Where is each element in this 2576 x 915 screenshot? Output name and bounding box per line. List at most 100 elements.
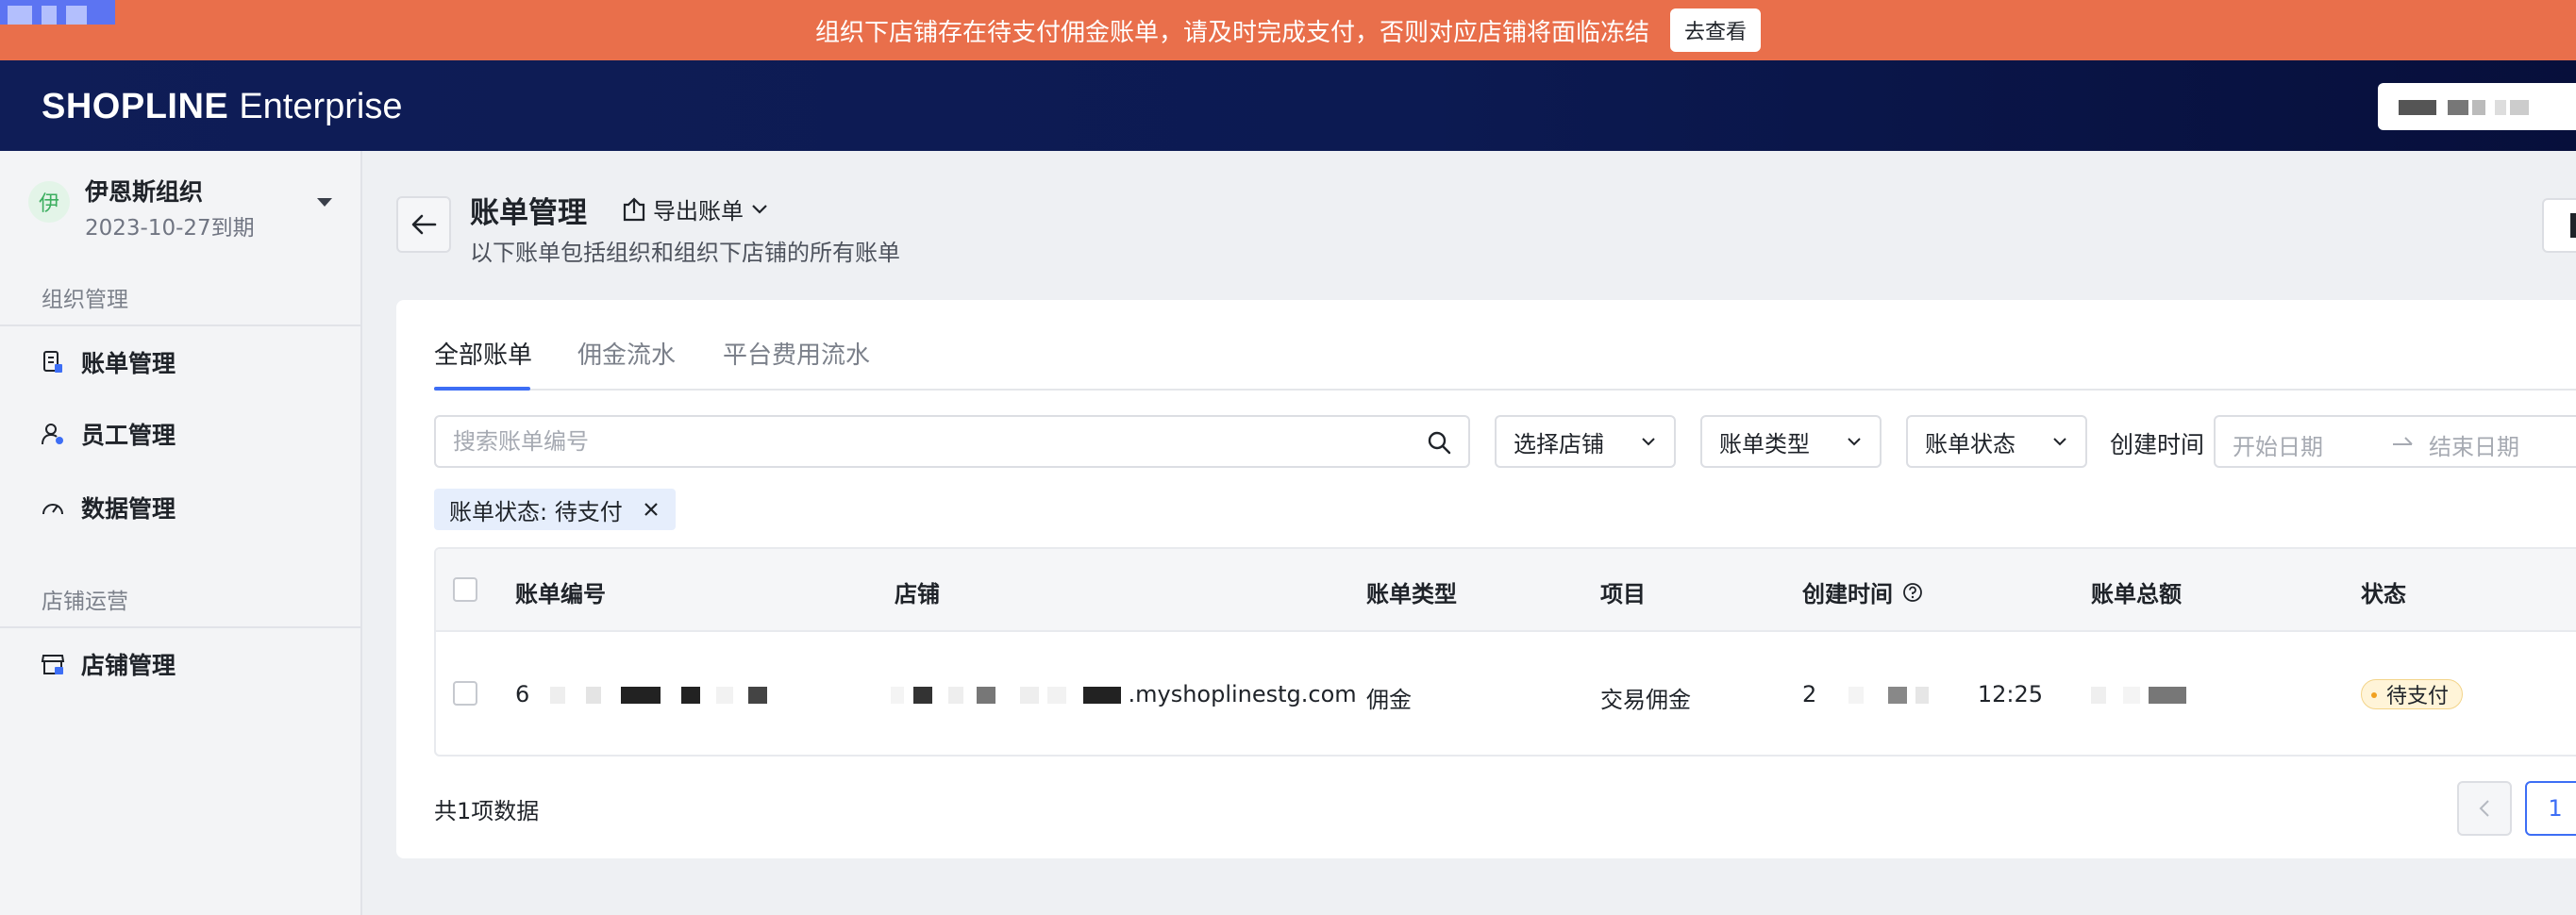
filter-tag-label: 账单状态: 待支付 [449, 498, 623, 525]
bill-type-cell: 佣金 [1366, 687, 1412, 713]
banner-message: 组织下店铺存在待支付佣金账单，请及时完成支付，否则对应店铺将面临冻结 [814, 18, 1649, 47]
search-icon[interactable] [1427, 430, 1451, 455]
table-row[interactable]: 6 .myshoplinestg.com 佣金 交易佣金 2 12:25 待支付 [436, 634, 2576, 755]
store-select-value: 选择店铺 [1514, 430, 1604, 458]
redacted-block [680, 687, 700, 704]
bill-status-select-value: 账单状态 [1925, 430, 2016, 458]
column-header-created-time[interactable]: 创建时间 [1802, 575, 1923, 608]
help-icon[interactable] [1902, 582, 1923, 603]
sidebar-item-data[interactable]: 数据管理 [0, 479, 362, 536]
search-input[interactable] [436, 417, 1417, 466]
back-button[interactable] [396, 196, 451, 253]
logo-brand: SHOPLINE [42, 87, 229, 126]
bills-card: 全部账单 佣金流水 平台费用流水 选择店铺 账单类型 账单状态 创建时间 开始日… [396, 300, 2576, 858]
date-range-picker[interactable]: 开始日期 结束日期 [2214, 415, 2576, 468]
tab-all-bills[interactable]: 全部账单 [434, 336, 532, 371]
bill-icon [40, 349, 66, 375]
chevron-down-icon [2053, 438, 2066, 446]
export-icon [623, 196, 645, 221]
org-switcher[interactable]: 伊 伊恩斯组织 2023-10-27到期 [28, 170, 349, 241]
redacted-block [1082, 687, 1121, 704]
redacted-block [585, 687, 601, 704]
redacted-block [1915, 687, 1930, 704]
created-time-value: 12:25 [1977, 681, 2044, 707]
caret-down-icon [317, 198, 332, 207]
redacted-block [1047, 687, 1067, 704]
column-header-bill-no: 账单编号 [515, 581, 606, 607]
tab-bar: 全部账单 佣金流水 平台费用流水 [434, 328, 2576, 391]
redacted-block [948, 687, 964, 704]
total-count: 共1项数据 [434, 798, 540, 824]
chevron-left-icon [2479, 800, 2489, 817]
bill-type-select-value: 账单类型 [1719, 430, 1810, 458]
redacted-block [1848, 687, 1864, 704]
sidebar-item-label: 账单管理 [81, 350, 176, 377]
active-filter-tag: 账单状态: 待支付 [434, 489, 676, 530]
redacted-block [2091, 687, 2106, 704]
column-header-item: 项目 [1600, 581, 1646, 607]
offscreen-action-button[interactable] [2542, 198, 2576, 253]
created-date-prefix: 2 [1802, 681, 1817, 707]
store-icon [40, 651, 66, 677]
end-date-field[interactable]: 结束日期 [2429, 428, 2519, 461]
redacted-corner-badge [0, 0, 115, 25]
warning-banner: 组织下店铺存在待支付佣金账单，请及时完成支付，否则对应店铺将面临冻结 去查看 [0, 0, 2576, 60]
user-settings-icon [40, 421, 66, 447]
divider [0, 324, 362, 326]
bill-type-select[interactable]: 账单类型 [1700, 415, 1882, 468]
top-header: SHOPLINE Enterprise [0, 60, 2576, 151]
org-name: 伊恩斯组织 [85, 178, 204, 206]
item-cell: 交易佣金 [1600, 687, 1691, 713]
chevron-down-icon [1642, 438, 1655, 446]
sidebar-item-stores[interactable]: 店铺管理 [0, 636, 362, 692]
column-header-total: 账单总额 [2091, 581, 2182, 607]
tab-commission-flow[interactable]: 佣金流水 [577, 336, 676, 371]
sidebar-item-bills[interactable]: 账单管理 [0, 334, 362, 391]
created-time-cell: 2 12:25 [1802, 681, 2043, 707]
section-title-org: 组织管理 [42, 288, 128, 312]
export-label: 导出账单 [653, 198, 744, 225]
table-header: 账单编号 店铺 账单类型 项目 创建时间 账单总额 状态 [436, 549, 2576, 632]
created-time-label: 创建时间 [2110, 431, 2205, 458]
page-subtitle: 以下账单包括组织和组织下店铺的所有账单 [470, 240, 900, 266]
sidebar-item-label: 员工管理 [81, 422, 176, 449]
org-expiry: 2023-10-27到期 [85, 216, 255, 241]
org-avatar: 伊 [28, 181, 70, 223]
shopline-logo[interactable]: SHOPLINE Enterprise [42, 87, 403, 127]
column-header-label: 创建时间 [1802, 581, 1893, 607]
redacted-block [1887, 687, 1907, 704]
redacted-block [912, 687, 932, 704]
gauge-icon [40, 494, 66, 521]
row-checkbox[interactable] [453, 681, 477, 706]
sidebar-item-label: 店铺管理 [81, 652, 176, 679]
total-amount-cell [2091, 681, 2187, 707]
search-box [434, 415, 1470, 468]
sidebar-item-label: 数据管理 [81, 495, 176, 523]
status-badge: 待支付 [2361, 679, 2464, 709]
bills-table: 账单编号 店铺 账单类型 项目 创建时间 账单总额 状态 6 .myshopli… [434, 547, 2576, 757]
section-title-store: 店铺运营 [42, 590, 128, 614]
page-title: 账单管理 [470, 196, 587, 230]
redacted-block [716, 687, 734, 704]
close-icon[interactable] [642, 500, 661, 519]
user-menu[interactable] [2378, 83, 2576, 130]
store-cell[interactable]: .myshoplinestg.com [891, 681, 1357, 707]
active-tab-indicator [434, 387, 530, 391]
redacted-block [621, 687, 661, 704]
start-date-field[interactable]: 开始日期 [2233, 428, 2323, 461]
divider [0, 626, 362, 628]
sidebar: 伊 伊恩斯组织 2023-10-27到期 组织管理 账单管理 员工管理 数据管理… [0, 151, 362, 915]
banner-view-button[interactable]: 去查看 [1670, 8, 1762, 52]
column-header-bill-type: 账单类型 [1366, 581, 1457, 607]
pagination-page-1[interactable]: 1 [2525, 781, 2576, 836]
tab-platform-fee-flow[interactable]: 平台费用流水 [723, 336, 870, 371]
bill-status-select[interactable]: 账单状态 [1906, 415, 2087, 468]
export-bills-dropdown[interactable]: 导出账单 [621, 192, 774, 225]
chevron-down-icon [1848, 438, 1861, 446]
redacted-block [2149, 687, 2187, 704]
pagination-prev-button[interactable] [2457, 781, 2512, 836]
select-all-checkbox[interactable] [453, 577, 477, 602]
sidebar-item-staff[interactable]: 员工管理 [0, 406, 362, 462]
store-select[interactable]: 选择店铺 [1495, 415, 1676, 468]
logo-suffix: Enterprise [239, 87, 403, 126]
